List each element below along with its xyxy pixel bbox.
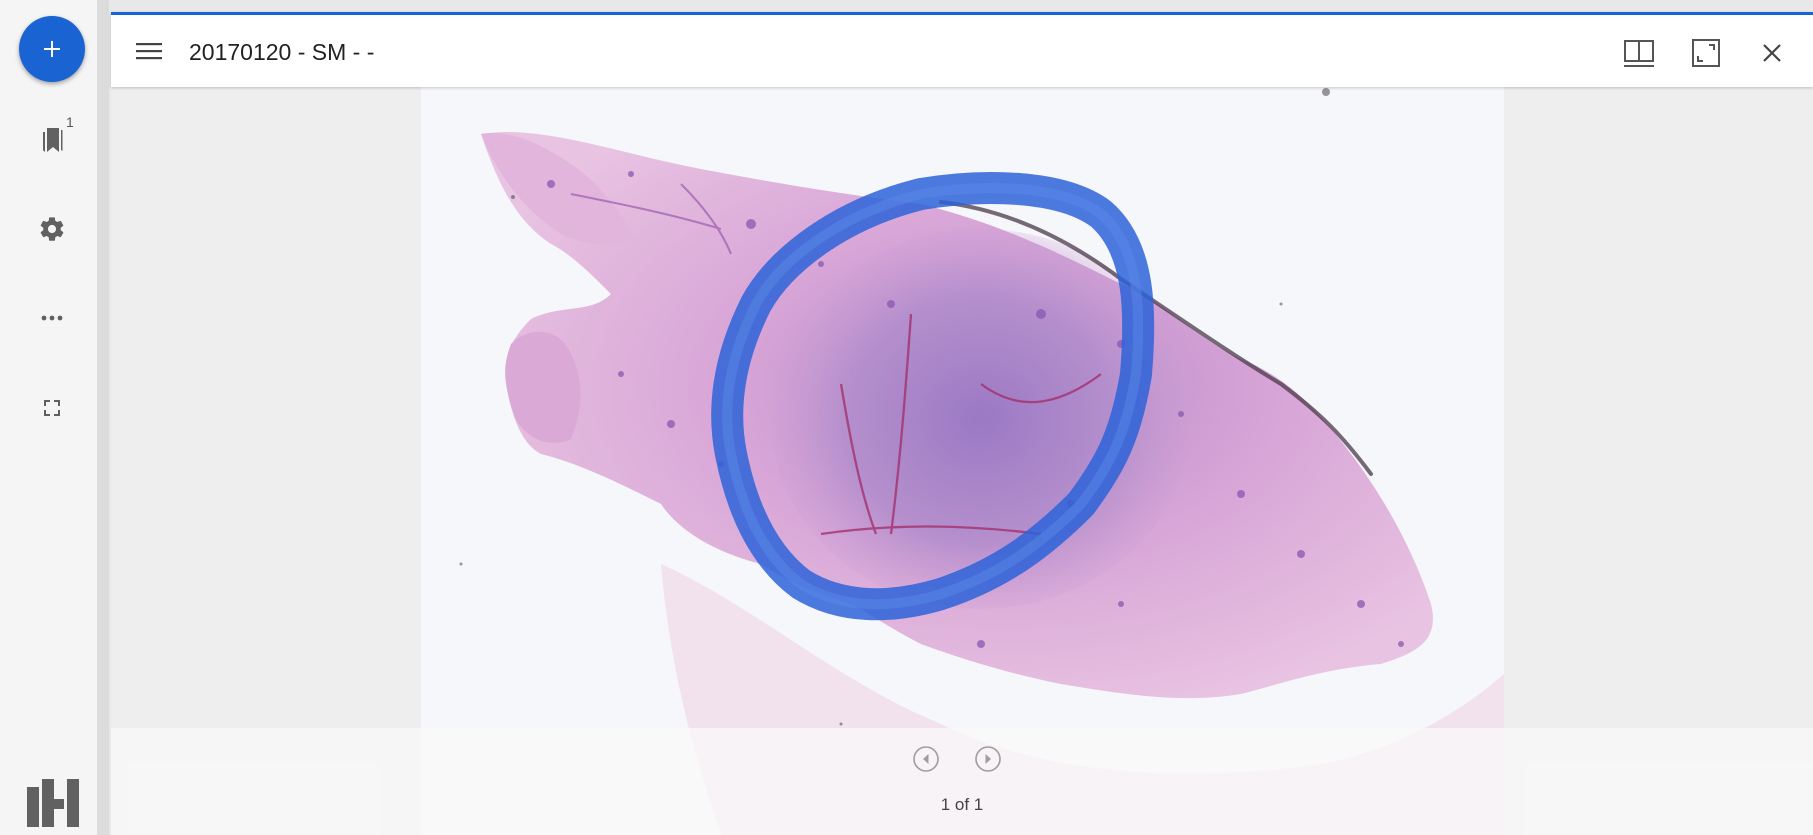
fullscreen-button[interactable] [30, 386, 74, 430]
previous-circle-icon [913, 746, 939, 772]
gear-icon [40, 217, 64, 241]
next-circle-icon [975, 746, 1001, 772]
split-view-button[interactable] [1621, 35, 1657, 71]
previous-button[interactable] [911, 744, 941, 774]
add-button[interactable] [19, 16, 85, 82]
app-logo [27, 779, 79, 827]
more-button[interactable] [30, 296, 74, 340]
histology-slide-image[interactable] [421, 84, 1504, 835]
sidebar-divider [97, 0, 109, 835]
more-horizontal-icon [41, 315, 63, 321]
menu-button[interactable] [133, 35, 165, 67]
app-logo-icon [27, 779, 79, 827]
window-title: 20170120 - SM - - [189, 39, 375, 65]
slide-canvas [421, 84, 1504, 835]
hamburger-menu-icon [136, 43, 162, 60]
maximize-icon [1692, 39, 1720, 67]
close-icon [1763, 44, 1781, 62]
page-indicator: 1 of 1 [940, 795, 984, 814]
close-button[interactable] [1754, 35, 1790, 71]
bookmarks-icon [43, 128, 63, 152]
plus-icon [44, 41, 60, 57]
maximize-button[interactable] [1688, 35, 1724, 71]
bookmarks-button[interactable]: 1 [30, 114, 74, 162]
left-sidebar: 1 [0, 0, 98, 835]
split-view-icon [1624, 40, 1654, 67]
bookmarks-count-badge: 1 [66, 114, 74, 130]
slide-viewer[interactable]: 1 of 1 [111, 84, 1813, 835]
fullscreen-icon [44, 400, 60, 416]
viewer-window: 20170120 - SM - - 1 of 1 [111, 12, 1813, 835]
settings-button[interactable] [30, 207, 74, 251]
next-button[interactable] [973, 744, 1003, 774]
window-titlebar: 20170120 - SM - - [111, 12, 1813, 87]
viewer-footer [111, 728, 1813, 835]
